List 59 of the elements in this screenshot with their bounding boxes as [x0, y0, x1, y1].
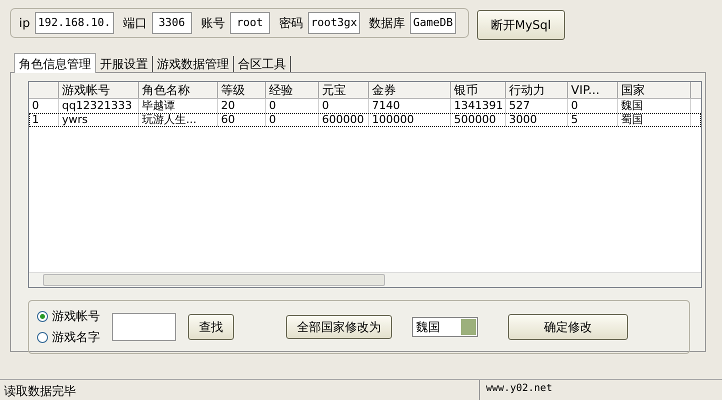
column-header[interactable]: 元宝 — [319, 82, 369, 98]
table-cell: 玩游人生... — [139, 113, 218, 127]
table-cell: 0 — [568, 99, 618, 113]
table-cell: 1 — [29, 113, 59, 127]
table-cell: 魏国 — [618, 99, 691, 113]
horizontal-scrollbar[interactable] — [29, 272, 701, 287]
table-row[interactable]: 1 ywrs 玩游人生... 60 0 600000 100000 500000 3000 5 蜀国 — [29, 113, 701, 127]
disconnect-button[interactable]: 断开MySql — [476, 10, 565, 40]
table-cell: 0 — [266, 113, 319, 127]
radio-option[interactable]: 游戏名字 — [37, 329, 100, 346]
radio-label: 游戏名字 — [52, 329, 100, 346]
table-cell: 600000 — [319, 113, 369, 127]
table-cell: 527 — [506, 99, 568, 113]
table-cell: ywrs — [59, 113, 139, 127]
table-cell: 7140 — [369, 99, 451, 113]
tab[interactable]: 角色信息管理 — [14, 53, 96, 73]
table-cell: 100000 — [369, 113, 451, 127]
column-header[interactable]: 国家 — [618, 82, 691, 98]
table-cell: qq12321333 — [59, 99, 139, 113]
country-dropdown[interactable]: 魏国 — [412, 317, 478, 337]
column-header[interactable]: 游戏帐号 — [59, 82, 139, 98]
column-header[interactable]: 银币 — [451, 82, 506, 98]
table-cell: 3000 — [506, 113, 568, 127]
table-cell: 20 — [218, 99, 266, 113]
status-message: 读取数据完毕 — [3, 383, 77, 400]
radio-option[interactable]: 游戏帐号 — [37, 308, 100, 325]
table-cell: 0 — [319, 99, 369, 113]
table-cell: 蜀国 — [618, 113, 691, 127]
input-field[interactable]: GameDB — [410, 12, 456, 34]
field-label: 端口 — [122, 14, 147, 32]
find-button[interactable]: 查找 — [188, 314, 234, 340]
column-header[interactable]: 行动力 — [506, 82, 568, 98]
table-cell: 毕越谭 — [139, 99, 218, 113]
column-header[interactable]: 等级 — [218, 82, 266, 98]
field-label: 密码 — [278, 14, 303, 32]
field-label: ip — [19, 16, 30, 30]
column-header[interactable]: 角色名称 — [139, 82, 218, 98]
input-field[interactable]: 3306 — [152, 12, 192, 34]
column-header[interactable]: 金券 — [369, 82, 451, 98]
table-cell: 5 — [568, 113, 618, 127]
status-panel: www.y02.net — [479, 380, 722, 400]
field-label: 数据库 — [369, 14, 406, 32]
table-cell: 0 — [266, 99, 319, 113]
input-field[interactable]: root — [230, 12, 270, 34]
confirm-button[interactable]: 确定修改 — [508, 314, 628, 340]
radio-label: 游戏帐号 — [52, 308, 100, 325]
table-cell: 1341391 — [451, 99, 506, 113]
column-header[interactable]: 经验 — [266, 82, 319, 98]
table-row[interactable]: 0 qq12321333 毕越谭 20 0 0 7140 1341391 527 0 魏国 — [29, 99, 701, 113]
table-cell: 500000 — [451, 113, 506, 127]
table-cell: 0 — [29, 99, 59, 113]
set-all-country-button[interactable]: 全部国家修改为 — [286, 315, 392, 339]
input-field[interactable]: 192.168.10. — [34, 12, 114, 34]
column-header[interactable]: VIP... — [568, 82, 618, 98]
input-field[interactable]: root3gx — [308, 12, 360, 34]
field-label: 账号 — [200, 14, 225, 32]
scrollbar-thumb[interactable] — [43, 274, 385, 286]
table-cell: 60 — [218, 113, 266, 127]
search-field[interactable] — [112, 313, 176, 341]
